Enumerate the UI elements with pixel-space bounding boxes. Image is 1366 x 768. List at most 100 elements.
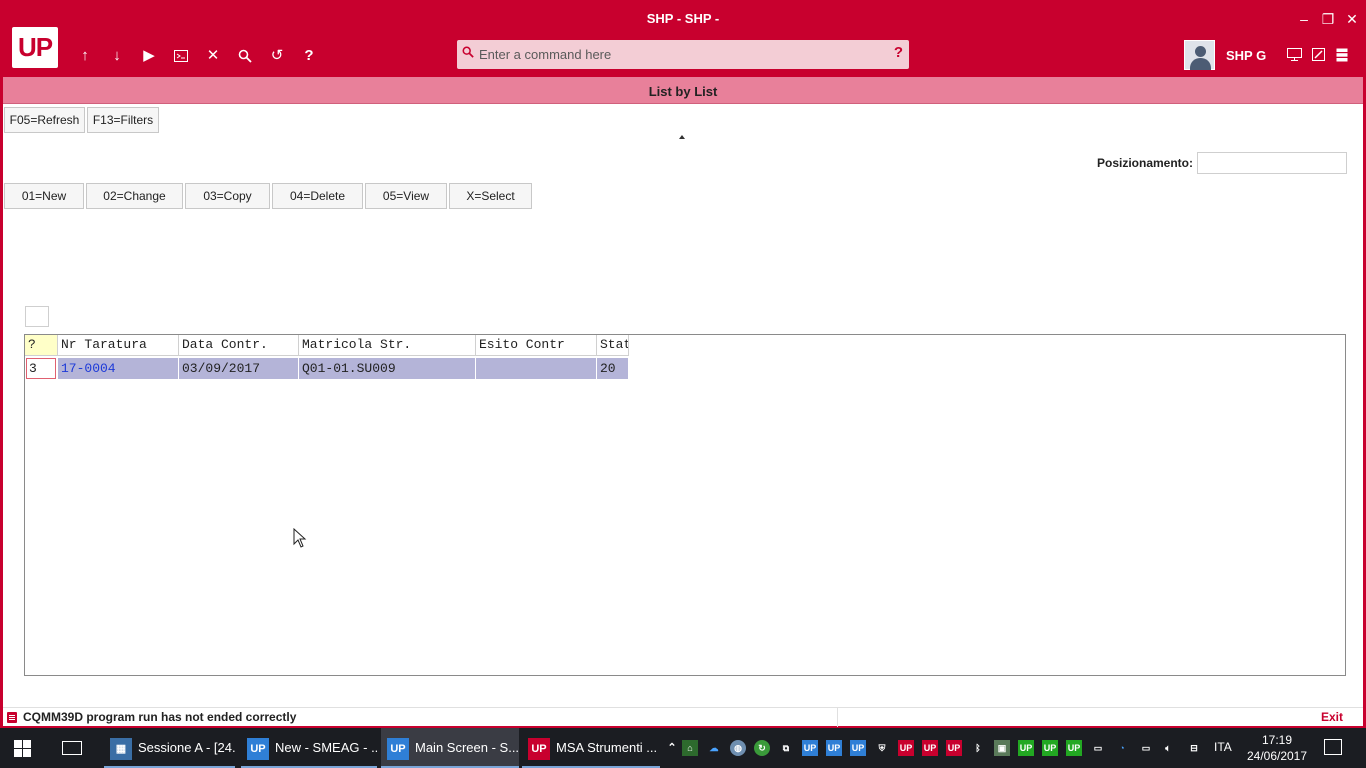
refresh-button[interactable]: F05=Refresh [4, 107, 85, 133]
avatar[interactable] [1184, 40, 1215, 70]
up-tray-icon[interactable]: UP [1018, 740, 1034, 756]
delete-button[interactable]: 04=Delete [272, 183, 363, 209]
data-grid: ? Nr Taratura Data Contr. Matricola Str.… [24, 334, 1346, 676]
language-indicator[interactable]: ITA [1214, 740, 1232, 754]
up-tray-icon[interactable]: UP [922, 740, 938, 756]
taskbar-item-sessione[interactable]: ▦ Sessione A - [24... [104, 728, 235, 768]
network-share-icon[interactable]: ⧉ [778, 740, 794, 756]
taskbar-item-label: Main Screen - S... [415, 740, 519, 755]
status-divider [837, 708, 838, 727]
up-app-icon: UP [247, 737, 269, 760]
close-icon[interactable]: ✕ [201, 44, 225, 68]
close-window-button[interactable]: ✕ [1340, 9, 1364, 29]
copy-button[interactable]: 03=Copy [185, 183, 270, 209]
app-tray-icon[interactable]: ⌂ [682, 740, 698, 756]
notification-icon[interactable] [1324, 739, 1342, 755]
undo-icon[interactable]: ↺ [265, 44, 289, 68]
wifi-icon[interactable]: ◔ [1114, 740, 1130, 756]
taskbar-item-main-screen[interactable]: UP Main Screen - S... [381, 728, 519, 768]
command-help-icon[interactable]: ? [894, 44, 903, 61]
mouse-cursor-icon [293, 528, 307, 548]
arrow-up-icon[interactable]: ↑ [73, 44, 97, 68]
filters-button[interactable]: F13=Filters [87, 107, 159, 133]
column-header-select[interactable]: ? [25, 335, 58, 356]
up-tray-icon[interactable]: UP [946, 740, 962, 756]
view-button[interactable]: 05=View [365, 183, 447, 209]
monitor-tray-icon[interactable]: ▣ [994, 740, 1010, 756]
help-icon[interactable]: ? [297, 44, 321, 68]
column-header-matricola[interactable]: Matricola Str. [299, 335, 476, 356]
up-tray-icon[interactable]: UP [898, 740, 914, 756]
page-header: List by List [3, 77, 1363, 104]
clock-date: 24/06/2017 [1246, 749, 1308, 763]
clock[interactable]: 17:19 24/06/2017 [1244, 732, 1310, 764]
terminal-app-icon: ▦ [110, 737, 132, 760]
main-content: List by List F05=Refresh F13=Filters Pos… [3, 77, 1363, 727]
column-header-esito[interactable]: Esito Contr [476, 335, 597, 356]
row-select-input[interactable]: 3 [26, 358, 56, 379]
onedrive-icon[interactable]: ☁ [706, 740, 722, 756]
column-header-nr-taratura[interactable]: Nr Taratura [58, 335, 179, 356]
terminal-icon[interactable] [169, 44, 193, 68]
network-icon[interactable]: ⊟ [1186, 740, 1202, 756]
up-tray-icon[interactable]: UP [1042, 740, 1058, 756]
battery-icon[interactable]: ▭ [1138, 740, 1154, 756]
play-icon[interactable]: ▶ [137, 44, 161, 68]
clock-time: 17:19 [1261, 733, 1293, 747]
search-icon [462, 45, 474, 61]
change-button[interactable]: 02=Change [86, 183, 183, 209]
up-app-icon: UP [528, 737, 550, 760]
user-name[interactable]: SHP G [1226, 48, 1266, 63]
taskbar: ▦ Sessione A - [24... UP New - SMEAG - ...… [0, 728, 1366, 768]
monitor-icon[interactable] [1284, 45, 1304, 65]
collapse-icon[interactable] [679, 135, 685, 139]
up-logo[interactable]: UP [12, 27, 58, 68]
bluetooth-icon[interactable]: ᛒ [970, 740, 986, 756]
status-bar: CQMM39D program run has not ended correc… [3, 707, 1363, 727]
shield-icon[interactable]: ⛨ [874, 740, 890, 756]
positioning-label: Posizionamento: [1097, 156, 1194, 170]
status-message[interactable]: CQMM39D program run has not ended correc… [23, 710, 296, 724]
up-tray-icon[interactable]: UP [802, 740, 818, 756]
chevron-up-icon[interactable]: ⌃ [664, 740, 680, 756]
keyboard-icon[interactable]: ▭ [1090, 740, 1106, 756]
column-header-stat[interactable]: Stat [597, 335, 629, 356]
edit-icon[interactable] [1308, 45, 1328, 65]
positioning-input[interactable] [1197, 152, 1347, 174]
window-title: SHP - SHP - [646, 11, 720, 26]
cell-data-contr[interactable]: 03/09/2017 [179, 358, 299, 379]
taskbar-item-label: Sessione A - [24... [138, 740, 235, 755]
up-app-icon: UP [387, 737, 409, 760]
cell-matricola[interactable]: Q01-01.SU009 [299, 358, 476, 379]
up-tray-icon[interactable]: UP [850, 740, 866, 756]
command-input[interactable] [479, 44, 879, 64]
cell-nr-taratura[interactable]: 17-0004 [58, 358, 179, 379]
taskbar-item-new-smeag[interactable]: UP New - SMEAG - ... [241, 728, 377, 768]
task-view-icon[interactable] [62, 741, 82, 755]
taskbar-item-label: New - SMEAG - ... [275, 740, 377, 755]
sync-icon[interactable]: ↻ [754, 740, 770, 756]
volume-icon[interactable]: 🔈︎ [1160, 740, 1176, 756]
up-tray-icon[interactable]: UP [826, 740, 842, 756]
select-button[interactable]: X=Select [449, 183, 532, 209]
app-window: SHP - SHP - – ❐ ✕ UP ↑ ↓ ▶ ✕ ↺ ? ? SHP G… [0, 0, 1366, 728]
message-icon[interactable] [7, 712, 17, 723]
windows-start-icon[interactable] [14, 740, 31, 757]
globe-icon[interactable]: ◍ [730, 740, 746, 756]
server-icon[interactable] [1332, 45, 1352, 65]
command-bar: ? [457, 40, 909, 69]
select-all-box[interactable] [25, 306, 49, 327]
new-button[interactable]: 01=New [4, 183, 84, 209]
minimize-button[interactable]: – [1292, 9, 1316, 29]
up-tray-icon[interactable]: UP [1066, 740, 1082, 756]
page-title: List by List [648, 84, 718, 99]
cell-esito[interactable] [476, 358, 597, 379]
search-icon[interactable] [233, 44, 257, 68]
taskbar-item-msa-strumenti[interactable]: UP MSA Strumenti ... [522, 728, 660, 768]
arrow-down-icon[interactable]: ↓ [105, 44, 129, 68]
cell-stat[interactable]: 20 [597, 358, 629, 379]
title-bar: SHP - SHP - – ❐ ✕ [0, 0, 1366, 38]
exit-link[interactable]: Exit [1321, 710, 1343, 724]
restore-button[interactable]: ❐ [1316, 9, 1340, 29]
column-header-data-contr[interactable]: Data Contr. [179, 335, 299, 356]
